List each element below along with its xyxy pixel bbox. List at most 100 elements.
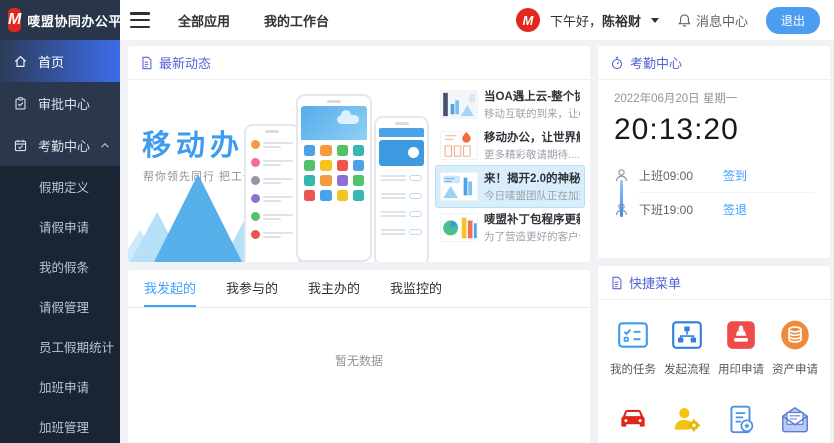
quick-item-new-contract[interactable]: 新建合同 bbox=[714, 403, 768, 443]
check-in-label: 上班09:00 bbox=[639, 167, 713, 184]
latest-news-body: 移动办公 帮你领先同行 把工作带出办公室 bbox=[128, 80, 590, 262]
news-item[interactable]: 唛盟补丁包程序更新为了营造更好的客户体验，唛 bbox=[436, 207, 584, 248]
task-list-icon bbox=[616, 318, 650, 352]
news-title: 当OA遇上云-整个协同OA bbox=[484, 88, 580, 104]
sidebar-item-home[interactable]: 首页 bbox=[0, 40, 120, 82]
check-out-row: 下班19:00 签退 bbox=[614, 193, 814, 226]
top-nav: 全部应用 我的工作台 bbox=[178, 11, 329, 30]
check-in-link[interactable]: 签到 bbox=[723, 167, 747, 184]
tasks-panel: 我发起的 我参与的 我主办的 我监控的 暂无数据 bbox=[128, 270, 590, 443]
attendance-panel: 考勤中心 2022年06月20日 星期一 20:13:20 上班09:00 签到 bbox=[598, 46, 830, 258]
news-thumbnail bbox=[440, 172, 478, 201]
quick-item-asset-request[interactable]: 资产申请 bbox=[768, 318, 822, 377]
sidebar-item-label: 首页 bbox=[38, 52, 64, 71]
quick-item-label: 发起流程 bbox=[664, 361, 710, 377]
latest-news-title: 最新动态 bbox=[159, 53, 211, 72]
news-desc: 为了营造更好的客户体验，唛 bbox=[484, 229, 580, 244]
brand-logo-icon: M bbox=[8, 8, 21, 32]
check-in-row: 上班09:00 签到 bbox=[614, 159, 814, 192]
news-thumbnail bbox=[440, 213, 478, 242]
attendance-clock: 20:13:20 bbox=[614, 113, 814, 147]
check-out-label: 下班19:00 bbox=[639, 201, 713, 218]
sidebar: 首页 审批中心 考勤中心 假期定义 请假申请 我的假条 请假管理 员工假期统计 … bbox=[0, 40, 120, 443]
news-thumbnail bbox=[440, 131, 478, 160]
car-icon bbox=[616, 403, 650, 437]
submenu-item-leave-request[interactable]: 请假申请 bbox=[0, 206, 120, 246]
mail-envelope-icon bbox=[778, 403, 812, 437]
news-desc: 今日唛盟团队正在加班加点， bbox=[484, 188, 580, 203]
quick-item-seal-request[interactable]: 用印申请 bbox=[714, 318, 768, 377]
quick-item-start-process[interactable]: 发起流程 bbox=[660, 318, 714, 377]
phone-mockup-app-grid bbox=[296, 94, 372, 262]
greeting-text: 下午好， bbox=[550, 14, 602, 29]
submenu-item-my-leave-notes[interactable]: 我的假条 bbox=[0, 246, 120, 286]
attendance-title: 考勤中心 bbox=[630, 53, 682, 72]
nav-all-apps[interactable]: 全部应用 bbox=[178, 11, 230, 30]
flow-chart-icon bbox=[670, 318, 704, 352]
attendance-body: 2022年06月20日 星期一 20:13:20 上班09:00 签到 下班19… bbox=[598, 80, 830, 226]
submenu-item-employee-holiday-stats[interactable]: 员工假期统计 bbox=[0, 326, 120, 366]
news-list: 当OA遇上云-整个协同OA移动互联的到来，让OA与云 移动办公，让世界触手可更多… bbox=[436, 80, 590, 262]
submenu-item-leave-management[interactable]: 请假管理 bbox=[0, 286, 120, 326]
attendance-header: 考勤中心 bbox=[598, 46, 830, 80]
user-greeting[interactable]: 下午好，陈裕财 bbox=[550, 11, 641, 30]
meeting-person-icon bbox=[670, 403, 704, 437]
message-center-label: 消息中心 bbox=[696, 11, 748, 30]
news-item[interactable]: 移动办公，让世界触手可更多精彩敬请期待....... bbox=[436, 125, 584, 166]
logout-button[interactable]: 退出 bbox=[766, 7, 820, 34]
menu-toggle-icon[interactable] bbox=[130, 12, 150, 28]
top-header: M 唛盟协同办公平台 全部应用 我的工作台 M 下午好，陈裕财 消息中心 退出 bbox=[0, 0, 834, 40]
brand: M 唛盟协同办公平台 bbox=[0, 0, 120, 40]
clipboard-check-icon bbox=[13, 96, 28, 111]
header-right: M 下午好，陈裕财 消息中心 退出 bbox=[516, 7, 834, 34]
calendar-check-icon bbox=[13, 138, 28, 153]
left-column: 最新动态 移动办公 帮你领先同行 把工作带出办公室 bbox=[128, 46, 590, 443]
news-desc: 更多精彩敬请期待....... bbox=[484, 147, 580, 162]
submenu-item-overtime-request[interactable]: 加班申请 bbox=[0, 366, 120, 406]
user-avatar[interactable]: M bbox=[516, 8, 540, 32]
sidebar-item-approval-center[interactable]: 审批中心 bbox=[0, 82, 120, 124]
quick-item-my-tasks[interactable]: 我的任务 bbox=[606, 318, 660, 377]
tab-hosted-by-me[interactable]: 我主办的 bbox=[308, 270, 360, 307]
attendance-timeline: 上班09:00 签到 下班19:00 签退 bbox=[614, 159, 814, 226]
tab-participated-by-me[interactable]: 我参与的 bbox=[226, 270, 278, 307]
check-out-link[interactable]: 签退 bbox=[723, 201, 747, 218]
document-icon bbox=[140, 56, 153, 70]
quick-item-vehicle-request[interactable]: 用车申请 bbox=[606, 403, 660, 443]
tab-initiated-by-me[interactable]: 我发起的 bbox=[144, 270, 196, 307]
chevron-up-icon bbox=[100, 142, 110, 149]
sidebar-item-label: 审批中心 bbox=[38, 94, 90, 113]
app-root: M 唛盟协同办公平台 全部应用 我的工作台 M 下午好，陈裕财 消息中心 退出 … bbox=[0, 0, 834, 443]
stamp-icon bbox=[724, 318, 758, 352]
assets-database-icon bbox=[778, 318, 812, 352]
quick-item-label: 资产申请 bbox=[772, 361, 818, 377]
mobile-office-banner[interactable]: 移动办公 帮你领先同行 把工作带出办公室 bbox=[128, 80, 436, 262]
news-title: 来！揭开2.0的神秘面纱- bbox=[484, 170, 580, 186]
right-column: 考勤中心 2022年06月20日 星期一 20:13:20 上班09:00 签到 bbox=[598, 46, 830, 443]
tasks-tabs: 我发起的 我参与的 我主办的 我监控的 bbox=[128, 270, 590, 308]
nav-my-workbench[interactable]: 我的工作台 bbox=[264, 11, 329, 30]
latest-news-panel: 最新动态 移动办公 帮你领先同行 把工作带出办公室 bbox=[128, 46, 590, 262]
sidebar-item-attendance-center[interactable]: 考勤中心 bbox=[0, 124, 120, 166]
mountain-shape bbox=[154, 174, 242, 262]
quick-item-label: 用印申请 bbox=[718, 361, 764, 377]
sidebar-item-label: 考勤中心 bbox=[38, 136, 90, 155]
phone-mockup-profile bbox=[374, 116, 429, 262]
quick-menu-panel: 快捷菜单 我的任务 发起流程 用印申请 bbox=[598, 266, 830, 443]
home-icon bbox=[13, 54, 28, 69]
user-caret-down-icon[interactable] bbox=[651, 18, 659, 23]
attendance-date: 2022年06月20日 星期一 bbox=[614, 90, 814, 106]
quick-menu-header: 快捷菜单 bbox=[598, 266, 830, 300]
news-item[interactable]: 当OA遇上云-整个协同OA移动互联的到来，让OA与云 bbox=[436, 84, 584, 125]
submenu-item-overtime-management[interactable]: 加班管理 bbox=[0, 406, 120, 443]
news-item-selected[interactable]: 来！揭开2.0的神秘面纱- 今日唛盟团队正在加班加点， bbox=[436, 166, 584, 207]
submenu-item-holiday-definition[interactable]: 假期定义 bbox=[0, 166, 120, 206]
brand-title: 唛盟协同办公平台 bbox=[27, 11, 135, 30]
username: 陈裕财 bbox=[602, 14, 641, 29]
message-center[interactable]: 消息中心 bbox=[677, 11, 748, 30]
quick-item-meeting-request[interactable]: 会议申请 bbox=[660, 403, 714, 443]
quick-item-new-mail[interactable]: 新建邮件 bbox=[768, 403, 822, 443]
main-content: 最新动态 移动办公 帮你领先同行 把工作带出办公室 bbox=[120, 40, 834, 443]
tab-monitored-by-me[interactable]: 我监控的 bbox=[390, 270, 442, 307]
contract-document-icon bbox=[724, 403, 758, 437]
